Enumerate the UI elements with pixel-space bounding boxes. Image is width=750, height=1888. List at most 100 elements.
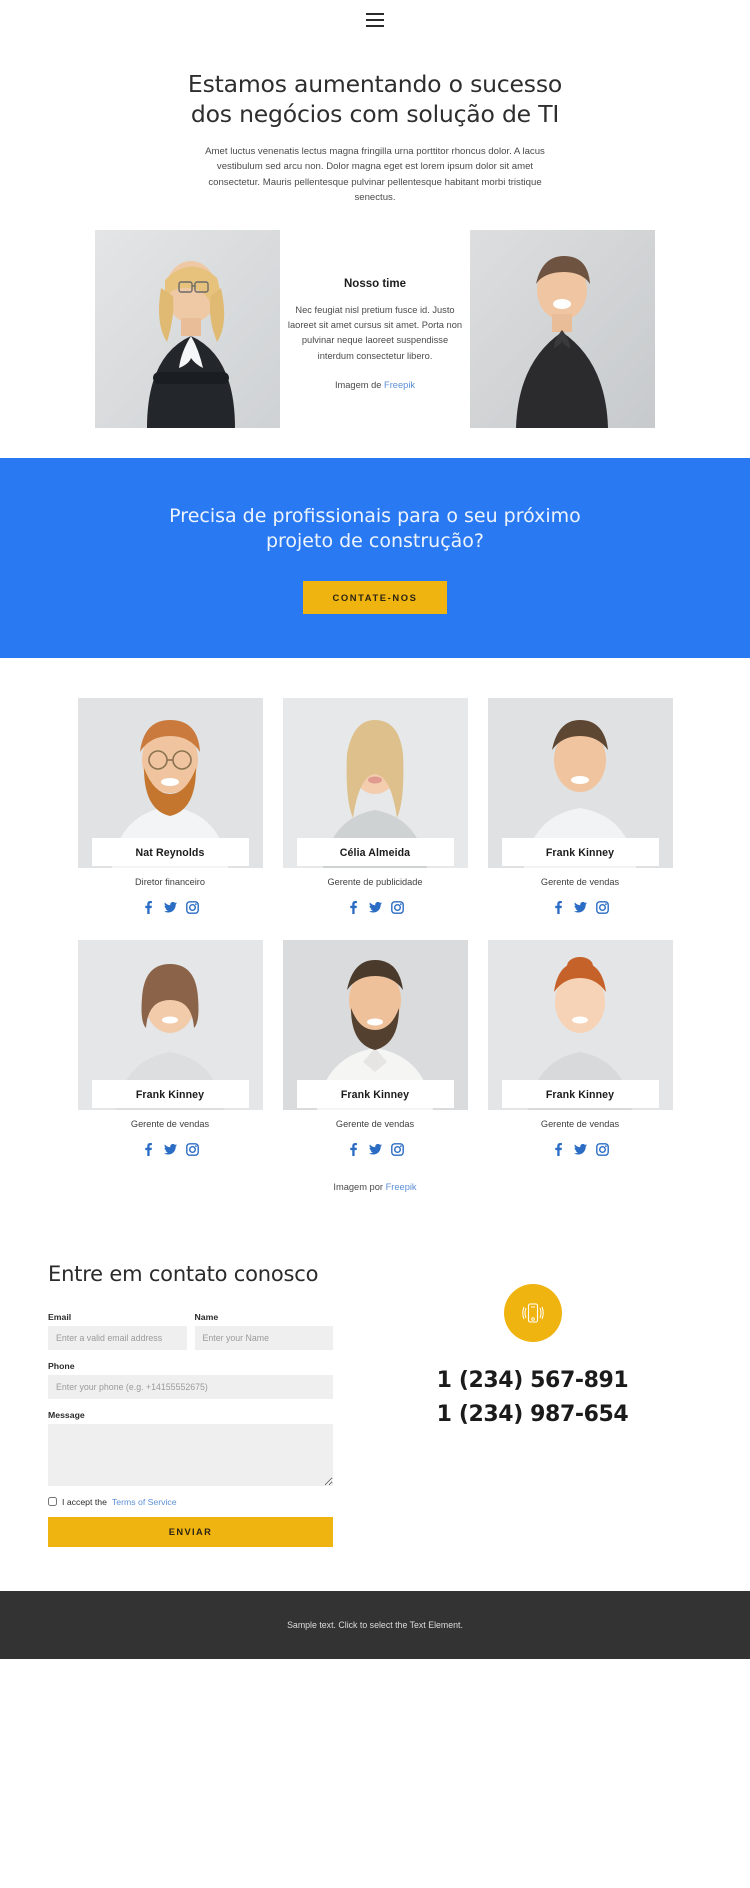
submit-button[interactable]: ENVIAR bbox=[48, 1516, 333, 1547]
instagram-icon[interactable] bbox=[390, 1142, 404, 1156]
intro-credit-prefix: Imagem de bbox=[334, 380, 385, 391]
team-member-card[interactable]: Frank Kinney Gerente de vendas bbox=[487, 939, 673, 1156]
twitter-icon[interactable] bbox=[368, 901, 382, 914]
team-row-2: Frank Kinney Gerente de vendas Frank Kin… bbox=[0, 939, 750, 1156]
email-label: Email bbox=[48, 1311, 72, 1322]
team-section: Nat Reynolds Diretor financeiro Célia Al… bbox=[0, 658, 750, 1202]
member-name: Frank Kinney bbox=[135, 1088, 205, 1101]
cta-section: Precisa de profissionais para o seu próx… bbox=[0, 457, 750, 658]
team-member-card[interactable]: Célia Almeida Gerente de publicidade bbox=[282, 697, 468, 914]
contact-section: Entre em contato conosco Email Name Phon… bbox=[0, 1202, 750, 1591]
intro-photo-left bbox=[95, 229, 280, 428]
instagram-icon[interactable] bbox=[595, 900, 609, 914]
twitter-icon[interactable] bbox=[368, 1143, 382, 1156]
intro-photo-right bbox=[470, 229, 655, 428]
hamburger-menu-icon[interactable] bbox=[366, 13, 384, 27]
contact-heading: Entre em contato conosco bbox=[48, 1261, 319, 1286]
terms-of-service-link[interactable]: Terms of Service bbox=[112, 1497, 177, 1507]
hero-paragraph: Amet luctus venenatis lectus magna fring… bbox=[205, 145, 545, 204]
facebook-icon[interactable] bbox=[142, 1142, 155, 1156]
member-name: Frank Kinney bbox=[545, 846, 615, 859]
message-textarea[interactable] bbox=[48, 1423, 333, 1486]
facebook-icon[interactable] bbox=[142, 900, 155, 914]
member-role: Gerente de vendas bbox=[335, 1118, 415, 1129]
terms-checkbox[interactable] bbox=[48, 1497, 57, 1507]
instagram-icon[interactable] bbox=[595, 1142, 609, 1156]
page-title-line-2: dos negócios com solução de TI bbox=[190, 99, 560, 128]
name-field-group: Name bbox=[194, 1311, 333, 1350]
young-man-portrait-image bbox=[470, 229, 655, 428]
message-field-group: Message bbox=[48, 1410, 333, 1486]
member-role: Gerente de vendas bbox=[130, 1118, 210, 1129]
member-name-box: Frank Kinney bbox=[501, 1079, 659, 1108]
member-role: Gerente de vendas bbox=[540, 1118, 620, 1129]
page-title: Estamos aumentando o sucesso dos negócio… bbox=[0, 70, 750, 130]
hero-section: Estamos aumentando o sucesso dos negócio… bbox=[0, 40, 750, 224]
facebook-icon[interactable] bbox=[347, 900, 360, 914]
email-input[interactable] bbox=[48, 1325, 187, 1350]
contact-phone-block: 1 (234) 567-891 1 (234) 987-654 bbox=[363, 1262, 702, 1547]
footer-text[interactable]: Sample text. Click to select the Text El… bbox=[287, 1620, 463, 1630]
facebook-icon[interactable] bbox=[552, 900, 565, 914]
member-name-box: Célia Almeida bbox=[296, 837, 454, 866]
twitter-icon[interactable] bbox=[573, 1143, 587, 1156]
intro-image-credit: Imagem de Freepik bbox=[286, 380, 464, 390]
team-member-card[interactable]: Frank Kinney Gerente de vendas bbox=[282, 939, 468, 1156]
team-row-1: Nat Reynolds Diretor financeiro Célia Al… bbox=[0, 697, 750, 914]
member-social-links bbox=[78, 900, 263, 914]
facebook-icon[interactable] bbox=[552, 1142, 565, 1156]
mobile-phone-ringing-icon bbox=[503, 1283, 562, 1342]
intro-credit-link[interactable]: Freepik bbox=[384, 380, 415, 390]
facebook-icon[interactable] bbox=[347, 1142, 360, 1156]
cta-title: Precisa de profissionais para o seu próx… bbox=[0, 504, 750, 555]
team-member-card[interactable]: Frank Kinney Gerente de vendas bbox=[77, 939, 263, 1156]
member-role: Gerente de vendas bbox=[540, 876, 620, 887]
phone-label: Phone bbox=[48, 1360, 75, 1371]
site-header bbox=[0, 0, 750, 40]
email-field-group: Email bbox=[48, 1312, 187, 1350]
member-role: Diretor financeiro bbox=[135, 876, 205, 887]
team-member-card[interactable]: Nat Reynolds Diretor financeiro bbox=[77, 697, 263, 914]
member-social-links bbox=[283, 1142, 468, 1156]
name-label: Name bbox=[194, 1311, 219, 1322]
phone-input[interactable] bbox=[48, 1374, 333, 1399]
contact-row-email-name: Email Name bbox=[48, 1312, 333, 1361]
instagram-icon[interactable] bbox=[390, 900, 404, 914]
member-name-box: Frank Kinney bbox=[296, 1079, 454, 1108]
page-title-line-1: Estamos aumentando o sucesso bbox=[187, 70, 563, 98]
phone-number-primary[interactable]: 1 (234) 567-891 bbox=[363, 1364, 702, 1398]
intro-paragraph: Nec feugiat nisl pretium fusce id. Justo… bbox=[287, 304, 463, 361]
cta-title-line-2: projeto de construção? bbox=[265, 530, 485, 553]
intro-section: Nosso time Nec feugiat nisl pretium fusc… bbox=[0, 224, 750, 458]
member-name: Frank Kinney bbox=[545, 1088, 615, 1101]
instagram-icon[interactable] bbox=[185, 1142, 199, 1156]
phone-glyph bbox=[521, 1303, 544, 1323]
name-input[interactable] bbox=[194, 1325, 333, 1350]
member-name: Frank Kinney bbox=[340, 1088, 410, 1101]
intro-text-block: Nosso time Nec feugiat nisl pretium fusc… bbox=[280, 230, 470, 390]
member-social-links bbox=[488, 1142, 673, 1156]
terms-accept-text: I accept the bbox=[62, 1496, 107, 1507]
contact-form: Entre em contato conosco Email Name Phon… bbox=[48, 1262, 333, 1547]
twitter-icon[interactable] bbox=[573, 901, 587, 914]
team-credit-prefix: Imagem por bbox=[333, 1181, 386, 1192]
phone-field-group: Phone bbox=[48, 1361, 333, 1399]
member-name-box: Frank Kinney bbox=[91, 1079, 249, 1108]
phone-number-secondary[interactable]: 1 (234) 987-654 bbox=[363, 1398, 702, 1432]
member-name-box: Nat Reynolds bbox=[91, 837, 249, 866]
message-label: Message bbox=[48, 1409, 85, 1420]
intro-heading: Nosso time bbox=[344, 277, 406, 290]
member-social-links bbox=[283, 900, 468, 914]
twitter-icon[interactable] bbox=[163, 901, 177, 914]
twitter-icon[interactable] bbox=[163, 1143, 177, 1156]
contact-us-button[interactable]: CONTATE-NOS bbox=[302, 580, 448, 614]
team-member-card[interactable]: Frank Kinney Gerente de vendas bbox=[487, 697, 673, 914]
terms-acceptance[interactable]: I accept the Terms of Service bbox=[48, 1497, 333, 1507]
businesswoman-portrait-image bbox=[95, 229, 280, 428]
member-name: Nat Reynolds bbox=[135, 846, 205, 859]
site-footer: Sample text. Click to select the Text El… bbox=[0, 1590, 750, 1659]
instagram-icon[interactable] bbox=[185, 900, 199, 914]
member-name: Célia Almeida bbox=[339, 846, 411, 859]
team-credit-link[interactable]: Freepik bbox=[386, 1182, 417, 1192]
member-name-box: Frank Kinney bbox=[501, 837, 659, 866]
